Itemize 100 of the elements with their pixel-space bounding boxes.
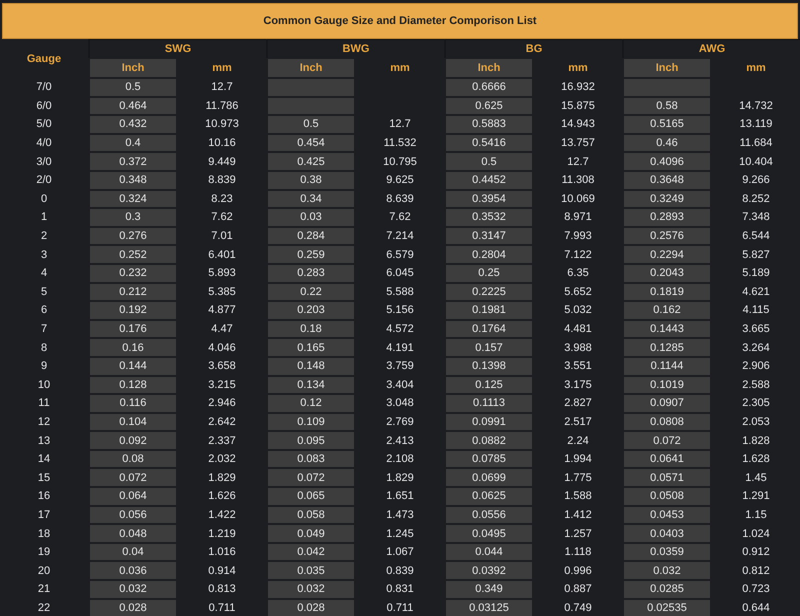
table-cell: 0.116 <box>90 395 176 412</box>
table-cell: 0.203 <box>268 302 354 319</box>
table-cell: 0.3954 <box>446 190 532 208</box>
table-cell-text: 2.305 <box>741 396 771 412</box>
table-cell: 0.02535 <box>624 600 710 616</box>
table-cell: 0.464 <box>90 98 176 114</box>
table-cell-text: 4.572 <box>385 322 415 338</box>
table-cell-text: 1.257 <box>563 526 593 542</box>
table-cell: 0.5165 <box>624 116 710 133</box>
table-cell: 0.083 <box>268 450 354 468</box>
gauge-cell-text: 2 <box>40 229 48 244</box>
column-header: mm <box>211 61 233 76</box>
table-cell-text: 1.775 <box>563 470 593 486</box>
table-cell-text: 3.264 <box>741 340 771 356</box>
table-cell-text: 14.732 <box>738 98 774 114</box>
table-cell-text: 4.046 <box>207 340 237 356</box>
table-cell: 0.1144 <box>624 358 710 374</box>
table-cell-text: 0.711 <box>208 600 236 616</box>
table-cell-text: 12.7 <box>566 154 590 170</box>
table-cell-text: 5.385 <box>207 284 237 300</box>
table-cell-text: 7.348 <box>741 210 771 226</box>
table-cell-text: 1.219 <box>207 526 237 542</box>
gauge-cell-text: 7/0 <box>35 80 53 96</box>
table-cell-text: 2.827 <box>563 396 593 412</box>
gauge-cell-text: 1 <box>40 210 48 226</box>
table-cell-text: 4.191 <box>385 340 415 356</box>
gauge-cell-text: 17 <box>36 508 52 523</box>
table-cell: 0.162 <box>624 302 710 319</box>
table-cell: 0.34 <box>268 190 354 208</box>
table-cell: 0.028 <box>268 600 354 616</box>
table-cell: 0.2043 <box>624 264 710 282</box>
table-cell-text: 1.15 <box>744 508 768 523</box>
table-cell: 0.16 <box>90 339 176 356</box>
gauge-cell-text: 5/0 <box>35 117 53 132</box>
table-cell-text: 0.912 <box>741 545 771 560</box>
table-cell: 0.0882 <box>446 432 532 449</box>
table-cell: 0.5883 <box>446 116 532 133</box>
table-cell: 0.5 <box>90 79 176 96</box>
table-cell: 0.2225 <box>446 284 532 300</box>
table-cell: 0.5 <box>446 153 532 170</box>
table-cell: 0.176 <box>90 320 176 338</box>
table-cell: 0.056 <box>90 506 176 524</box>
table-cell-text: 8.839 <box>207 173 237 188</box>
table-cell: 0.192 <box>90 302 176 319</box>
table-cell-text: 1.118 <box>564 545 592 560</box>
table-cell-text: 8.252 <box>741 192 771 207</box>
table-cell-text: 7.122 <box>563 248 593 263</box>
table-cell-text: 0.644 <box>741 600 771 616</box>
table-cell-text: 0.831 <box>385 582 415 598</box>
table-cell-text: 1.016 <box>207 545 237 560</box>
table-cell: 0.0285 <box>624 581 710 598</box>
table-cell-text: 2.24 <box>566 434 590 449</box>
table-cell-text: 0.996 <box>563 564 593 579</box>
table-cell: 0.276 <box>90 228 176 244</box>
table-cell-text: 8.971 <box>563 210 593 226</box>
table-cell: 0.0641 <box>624 450 710 468</box>
table-cell: 0.3249 <box>624 190 710 208</box>
table-cell: 0.1764 <box>446 320 532 338</box>
table-cell: 0.0991 <box>446 414 532 430</box>
table-cell: 0.1443 <box>624 320 710 338</box>
table-cell-text: 4.481 <box>563 322 593 338</box>
gauge-cell-text: 22 <box>36 600 52 616</box>
table-cell: 0.0699 <box>446 469 532 486</box>
table-cell: 0.157 <box>446 339 532 356</box>
table-cell-text: 16.932 <box>560 80 596 96</box>
gauge-cell-text: 11 <box>37 396 51 412</box>
table-cell: 0.134 <box>268 376 354 394</box>
table-cell-text: 2.906 <box>741 359 771 374</box>
table-cell: 0.144 <box>90 358 176 374</box>
table-cell-text: 11.684 <box>738 136 774 152</box>
table-cell-text: 1.994 <box>563 452 593 468</box>
table-cell-text: 3.048 <box>385 396 415 412</box>
table-cell-text: 3.175 <box>563 378 593 393</box>
table-cell-text: 7.62 <box>210 210 234 226</box>
table-cell: 0.035 <box>268 562 354 580</box>
gauge-cell-text: 3 <box>40 248 48 263</box>
table-cell: 0.348 <box>90 172 176 189</box>
column-header: mm <box>567 61 589 76</box>
table-cell-text: 2.413 <box>385 434 415 449</box>
table-cell: 0.08 <box>90 450 176 468</box>
table-cell: 0.032 <box>624 562 710 580</box>
table-cell: 0.0392 <box>446 562 532 580</box>
table-cell-text: 5.032 <box>563 303 593 318</box>
table-cell-text: 7.01 <box>210 229 234 244</box>
table-cell-text: 7.62 <box>388 210 412 226</box>
gauge-cell-text: 0 <box>40 192 48 207</box>
gauge-cell-text: 14 <box>36 452 52 468</box>
table-cell: 0.1398 <box>446 358 532 374</box>
table-cell-text: 1.45 <box>744 470 768 486</box>
table-cell-text: 2.337 <box>207 434 237 449</box>
gauge-cell-text: 18 <box>36 526 52 542</box>
table-cell: 0.072 <box>268 469 354 486</box>
gauge-cell-text: 15 <box>36 470 52 486</box>
table-cell: 0.3532 <box>446 209 532 226</box>
table-cell-text: 8.639 <box>385 192 415 207</box>
table-cell-text: 0.813 <box>207 582 237 598</box>
gauge-cell-text: 21 <box>36 582 52 598</box>
gauge-cell-text: 2/0 <box>35 173 53 188</box>
table-cell-text: 1.829 <box>207 470 237 486</box>
table-cell-text: 10.795 <box>382 154 418 170</box>
